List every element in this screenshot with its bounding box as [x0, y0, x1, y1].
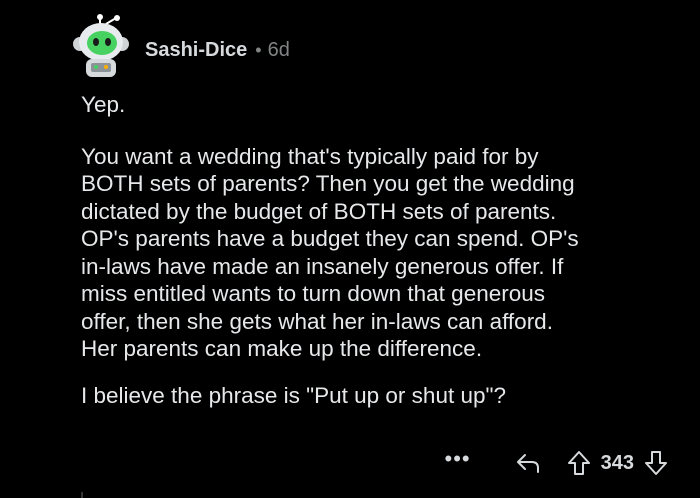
comment-actions: ••• 343 — [445, 446, 668, 480]
upvote-icon[interactable] — [567, 450, 591, 476]
meta-separator: • — [255, 40, 262, 60]
comment-header: Sashi-Dice • 6d — [145, 38, 290, 62]
author-name[interactable]: Sashi-Dice — [145, 38, 247, 62]
comment-paragraph: I believe the phrase is "Put up or shut … — [81, 382, 506, 408]
vote-score: 343 — [600, 451, 634, 474]
comment: Sashi-Dice • 6d Yep. You want a wedding … — [0, 0, 700, 498]
comment-age: 6d — [267, 39, 290, 61]
more-options-icon[interactable]: ••• — [445, 448, 471, 470]
thread-line[interactable] — [81, 492, 83, 498]
downvote-icon[interactable] — [644, 450, 668, 476]
snoo-avatar-icon — [73, 14, 129, 77]
comment-paragraph: Yep. — [81, 92, 126, 117]
comment-paragraph: You want a wedding that's typically paid… — [81, 143, 579, 362]
comment-body: Yep. You want a wedding that's typically… — [81, 91, 681, 409]
reply-icon[interactable] — [515, 452, 541, 474]
user-avatar[interactable] — [70, 14, 132, 80]
